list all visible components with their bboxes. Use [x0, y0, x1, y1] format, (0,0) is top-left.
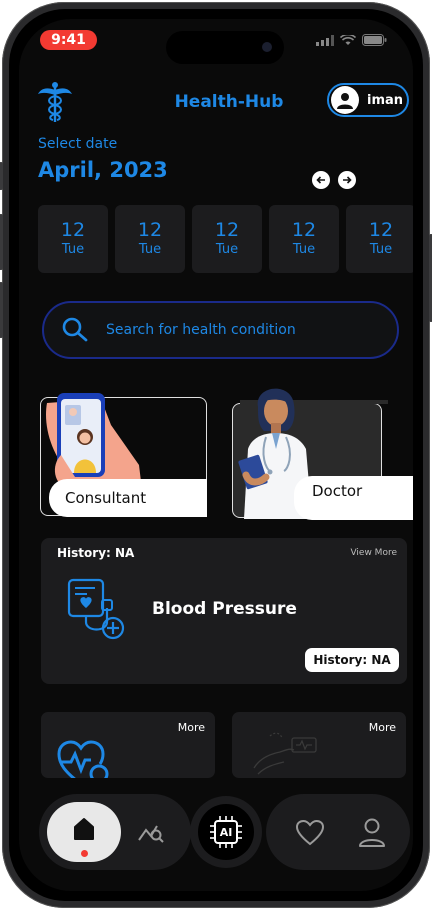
date-number: 12	[137, 219, 163, 241]
next-month-button[interactable]	[338, 171, 356, 189]
select-date-label: Select date	[38, 136, 118, 152]
heart-rate-icon	[57, 740, 109, 778]
date-weekday: Tue	[292, 242, 316, 257]
date-number: 12	[291, 219, 317, 241]
heart-icon[interactable]	[296, 820, 324, 846]
arrow-right-icon	[343, 176, 352, 184]
app-title: Health-Hub	[174, 92, 284, 112]
mute-switch	[0, 162, 3, 190]
date-weekday: Tue	[61, 242, 85, 257]
history-title: History: NA	[57, 546, 135, 560]
user-profile-button[interactable]: iman	[327, 83, 409, 117]
view-more-link[interactable]: View More	[350, 548, 397, 558]
signal-icon	[316, 34, 334, 46]
date-card[interactable]: 12 Tue	[192, 205, 262, 273]
wearable-illustration-icon	[253, 732, 317, 775]
history-badge[interactable]: History: NA	[305, 648, 399, 672]
search-input[interactable]: Search for health condition	[42, 301, 399, 359]
arrow-left-icon	[316, 176, 325, 184]
date-number: 12	[214, 219, 240, 241]
ai-label: AI	[219, 825, 233, 839]
search-icon	[62, 317, 88, 342]
camera-icon	[262, 42, 272, 52]
home-tab[interactable]	[47, 802, 121, 862]
month-label[interactable]: April, 2023	[38, 158, 168, 182]
prev-month-button[interactable]	[312, 171, 330, 189]
date-card[interactable]: 12 Tue	[346, 205, 413, 273]
metric-title: Blood Pressure	[152, 599, 297, 619]
home-icon	[74, 818, 94, 840]
ai-assistant-button[interactable]: AI	[190, 796, 262, 868]
phone-frame: 9:41 Health-Hub iman Select date April, …	[0, 2, 432, 908]
heart-rate-card[interactable]: More	[41, 712, 215, 778]
date-card[interactable]: 12 Tue	[115, 205, 185, 273]
blood-pressure-icon	[67, 578, 125, 640]
volume-up-button	[0, 214, 3, 270]
battery-icon	[362, 34, 387, 46]
more-link[interactable]: More	[369, 721, 396, 734]
activity-card[interactable]: More	[232, 712, 406, 778]
search-placeholder: Search for health condition	[106, 322, 296, 338]
profile-icon[interactable]	[358, 818, 386, 848]
date-weekday: Tue	[138, 242, 162, 257]
consultant-label: Consultant	[49, 479, 207, 517]
analytics-icon[interactable]	[137, 820, 165, 844]
more-link[interactable]: More	[178, 721, 205, 734]
active-indicator-dot	[81, 850, 88, 857]
doctor-card[interactable]: Doctor	[224, 379, 413, 520]
ai-button-inner: AI	[198, 804, 254, 860]
doctor-label: Doctor	[294, 476, 413, 520]
date-card[interactable]: 12 Tue	[38, 205, 108, 273]
date-number: 12	[60, 219, 86, 241]
volume-down-button	[0, 282, 3, 338]
user-name: iman	[367, 92, 404, 108]
avatar	[331, 86, 359, 114]
wifi-icon	[340, 34, 356, 45]
date-strip: 12 Tue 12 Tue 12 Tue 12 Tue 12 Tue	[38, 205, 413, 273]
user-icon	[337, 93, 353, 109]
date-weekday: Tue	[215, 242, 239, 257]
bezel: 9:41 Health-Hub iman Select date April, …	[9, 9, 423, 901]
status-icons	[316, 34, 387, 46]
consultant-card[interactable]: Consultant	[19, 379, 219, 519]
caduceus-logo-icon[interactable]	[37, 81, 73, 123]
date-number: 12	[368, 219, 394, 241]
dynamic-island	[166, 31, 284, 64]
date-card[interactable]: 12 Tue	[269, 205, 339, 273]
blood-pressure-history-card: History: NA View More Blood Pressure His…	[41, 538, 407, 684]
bottom-nav-right	[266, 794, 410, 870]
screen: 9:41 Health-Hub iman Select date April, …	[19, 19, 413, 891]
bottom-nav-left	[39, 794, 191, 870]
status-time: 9:41	[40, 30, 97, 50]
date-weekday: Tue	[369, 242, 393, 257]
